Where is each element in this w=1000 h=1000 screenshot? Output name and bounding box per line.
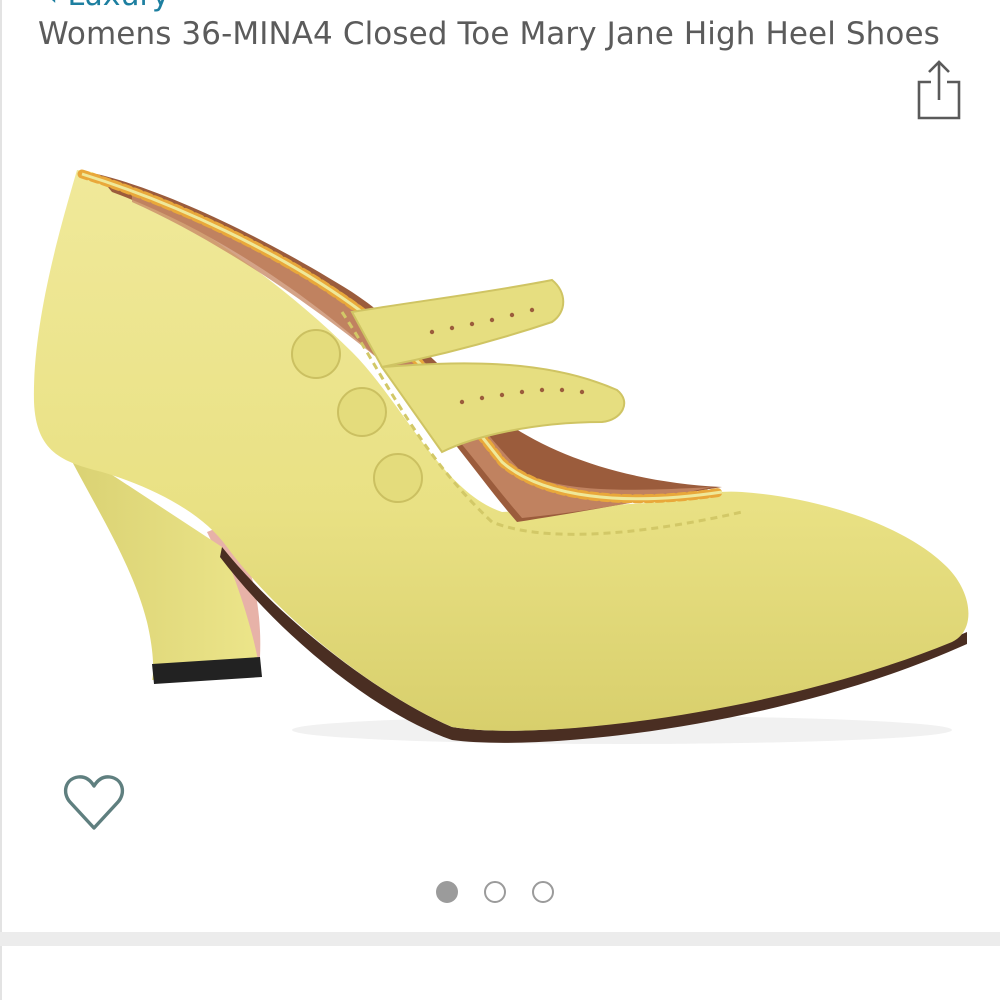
share-button[interactable] — [910, 56, 968, 124]
shoe-button — [337, 387, 387, 437]
pagination-dot-3[interactable] — [532, 881, 554, 903]
shoe-button — [373, 453, 423, 503]
gallery-pagination — [436, 881, 566, 907]
heart-outline-icon — [63, 775, 125, 830]
section-divider — [0, 932, 1000, 946]
share-icon — [917, 60, 961, 120]
top-right-fragment: ⋯ — [918, 0, 953, 16]
pagination-dot-1[interactable] — [436, 881, 458, 903]
pagination-dot-2[interactable] — [484, 881, 506, 903]
product-image[interactable] — [22, 152, 982, 752]
shoe-strap — [350, 278, 565, 369]
shoe-button — [291, 329, 341, 379]
wishlist-button[interactable] — [62, 772, 126, 834]
store-link[interactable]: ‹ Luxury — [46, 0, 170, 13]
product-title: Womens 36-MINA4 Closed Toe Mary Jane Hig… — [38, 16, 940, 52]
product-image-gallery[interactable] — [0, 130, 1000, 870]
